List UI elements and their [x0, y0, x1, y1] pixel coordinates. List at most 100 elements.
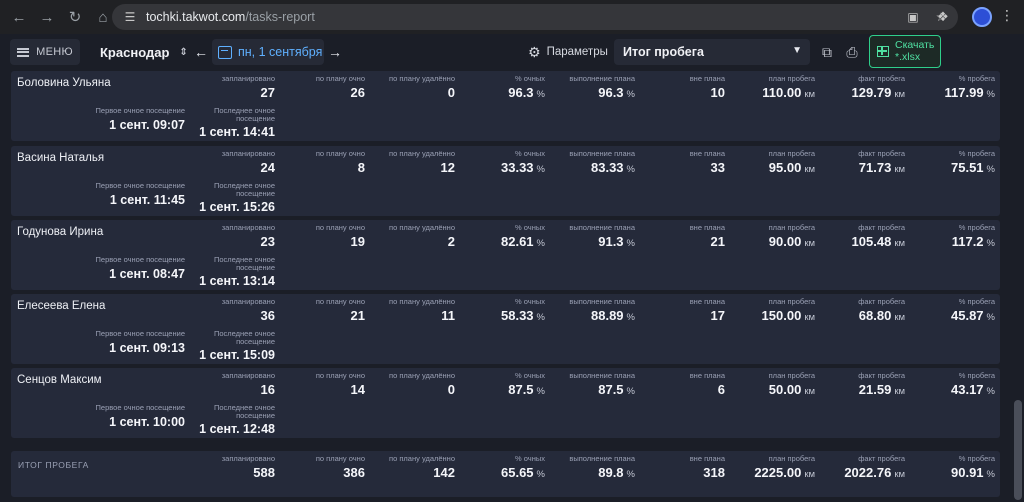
column-label-plan-remote: по плану удалённо	[389, 371, 455, 380]
last-visit-label: Последнее очное посещение	[213, 255, 275, 273]
browser-menu-icon[interactable]: ⋮	[998, 7, 1016, 27]
employee-card[interactable]: Боловина Ульяна запланировано 27 по плану о…	[11, 71, 1000, 141]
first-visit-value: 1 сент. 11:45	[109, 193, 185, 207]
value-number: 96.3	[508, 85, 534, 100]
employee-card[interactable]: Сенцов Максим запланировано 16 по плану очн…	[11, 368, 1000, 438]
column-label-plan-onsite: по плану очно	[315, 371, 365, 380]
value-number: 142	[433, 465, 455, 480]
column-label-out-of-plan: вне плана	[689, 223, 725, 232]
browser-toolbar: ← → ↻ ⌂ ☰ tochki.takwot.com/tasks-report…	[0, 0, 1024, 34]
value-number: 71.73	[858, 160, 892, 175]
column-label-pct-mileage: % пробега	[958, 223, 995, 232]
value-number: 2022.76	[844, 465, 892, 480]
profile-avatar[interactable]	[972, 7, 992, 27]
column-label-planned: запланировано	[221, 223, 275, 232]
value-unit: %	[536, 89, 545, 100]
value-pct-onsite: 87.5%	[508, 382, 545, 397]
first-visit-label: Первое очное посещение	[95, 181, 185, 190]
value-unit: км	[894, 164, 905, 175]
value-number: 117.2	[951, 234, 984, 249]
last-visit-label: Последнее очное посещение	[213, 329, 275, 347]
value-fact-mileage: 68.80 км	[859, 308, 905, 323]
value-number: 89.8	[598, 465, 624, 480]
download-xlsx-button[interactable]: Скачать *.xlsx	[869, 35, 941, 68]
column-label-planned: запланировано	[221, 74, 275, 83]
value-number: 14	[350, 382, 365, 397]
value-pct-mileage: 45.87%	[951, 308, 995, 323]
scrollbar-thumb[interactable]	[1014, 400, 1022, 500]
column-label-pct-onsite: % очных	[515, 74, 545, 83]
value-pct-mileage: 90.91%	[951, 465, 995, 480]
value-unit: %	[626, 312, 635, 323]
value-unit: км	[804, 312, 815, 323]
app-header: МЕНЮ Краснодар ⇕ ← пн, 1 сентября → ⚙ Па…	[0, 34, 1024, 70]
column-label-pct-onsite: % очных	[515, 371, 545, 380]
forward-icon[interactable]: →	[36, 6, 58, 28]
date-field[interactable]: пн, 1 сентября	[212, 39, 324, 65]
first-visit-label: Первое очное посещение	[95, 403, 185, 412]
value-planned: 16	[261, 382, 275, 397]
value-unit: км	[894, 469, 905, 480]
value-number: 0	[447, 85, 455, 100]
value-plan-onsite: 21	[351, 308, 365, 323]
value-number: 129.79	[851, 85, 892, 100]
value-unit: км	[804, 469, 815, 480]
value-number: 90.00	[768, 234, 802, 249]
value-pct-onsite: 58.33%	[501, 308, 545, 323]
column-label-plan-exec: выполнение плана	[569, 74, 635, 83]
value-planned: 23	[261, 234, 275, 249]
value-pct-onsite: 96.3%	[508, 85, 545, 100]
column-label-plan-exec: выполнение плана	[569, 297, 635, 306]
download-label: Скачать *.xlsx	[895, 38, 935, 63]
column-label-pct-onsite: % очных	[515, 454, 545, 463]
value-number: 318	[703, 465, 725, 480]
column-label-plan-remote: по плану удалённо	[389, 74, 455, 83]
copy-icon[interactable]: ⧉	[816, 41, 838, 63]
value-plan-onsite: 19	[351, 234, 365, 249]
home-icon[interactable]: ⌂	[92, 6, 114, 28]
value-number: 87.5	[508, 382, 534, 397]
column-label-plan-mileage: план пробега	[768, 297, 815, 306]
value-number: 33.33	[501, 160, 534, 175]
value-unit: км	[894, 312, 905, 323]
employee-card[interactable]: Годунова Ирина запланировано 23 по плану оч…	[11, 220, 1000, 290]
site-info-icon[interactable]: ☰	[122, 9, 138, 25]
value-number: 150.00	[761, 308, 802, 323]
city-select[interactable]: Краснодар ⇕	[90, 39, 188, 65]
value-unit: %	[986, 238, 995, 249]
column-label-plan-exec: выполнение плана	[569, 371, 635, 380]
value-pct-mileage: 117.2%	[952, 234, 995, 249]
value-unit: %	[536, 386, 545, 397]
back-icon[interactable]: ←	[8, 6, 30, 28]
value-pct-onsite: 65.65%	[501, 465, 545, 480]
chevron-down-icon: ▼	[792, 45, 802, 56]
table-icon	[877, 46, 889, 57]
value-fact-mileage: 21.59 км	[859, 382, 905, 397]
value-unit: %	[536, 469, 545, 480]
report-content[interactable]: Боловина Ульяна запланировано 27 по плану о…	[0, 70, 1024, 502]
employee-name: Елесеева Елена	[17, 300, 106, 312]
value-number: 43.17	[951, 382, 984, 397]
value-plan-mileage: 2225.00 км	[754, 465, 815, 480]
menu-button[interactable]: МЕНЮ	[10, 39, 80, 65]
value-plan-onsite: 8	[358, 160, 365, 175]
prev-day-button[interactable]: ←	[190, 39, 212, 65]
column-label-plan-exec: выполнение плана	[569, 454, 635, 463]
employee-card[interactable]: Васина Наталья запланировано 24 по плану оч…	[11, 146, 1000, 216]
address-bar[interactable]: ☰ tochki.takwot.com/tasks-report ▣ ☆	[112, 4, 958, 30]
value-unit: км	[804, 386, 815, 397]
next-day-button[interactable]: →	[324, 39, 346, 65]
hamburger-icon	[17, 47, 30, 57]
report-type-select[interactable]: Итог пробега ▼	[614, 39, 810, 65]
sliders-icon: ⚙	[528, 43, 541, 60]
column-label-plan-onsite: по плану очно	[315, 223, 365, 232]
reload-icon[interactable]: ↻	[64, 6, 86, 28]
value-number: 36	[260, 308, 275, 323]
parameters-button[interactable]: ⚙ Параметры	[528, 39, 608, 65]
install-app-icon[interactable]: ▣	[904, 8, 922, 26]
last-visit-label: Последнее очное посещение	[213, 181, 275, 199]
column-label-planned: запланировано	[221, 297, 275, 306]
city-select-value: Краснодар	[100, 44, 170, 60]
employee-card[interactable]: Елесеева Елена запланировано 36 по плану оч…	[11, 294, 1000, 364]
print-icon[interactable]: ⎙	[841, 41, 863, 63]
